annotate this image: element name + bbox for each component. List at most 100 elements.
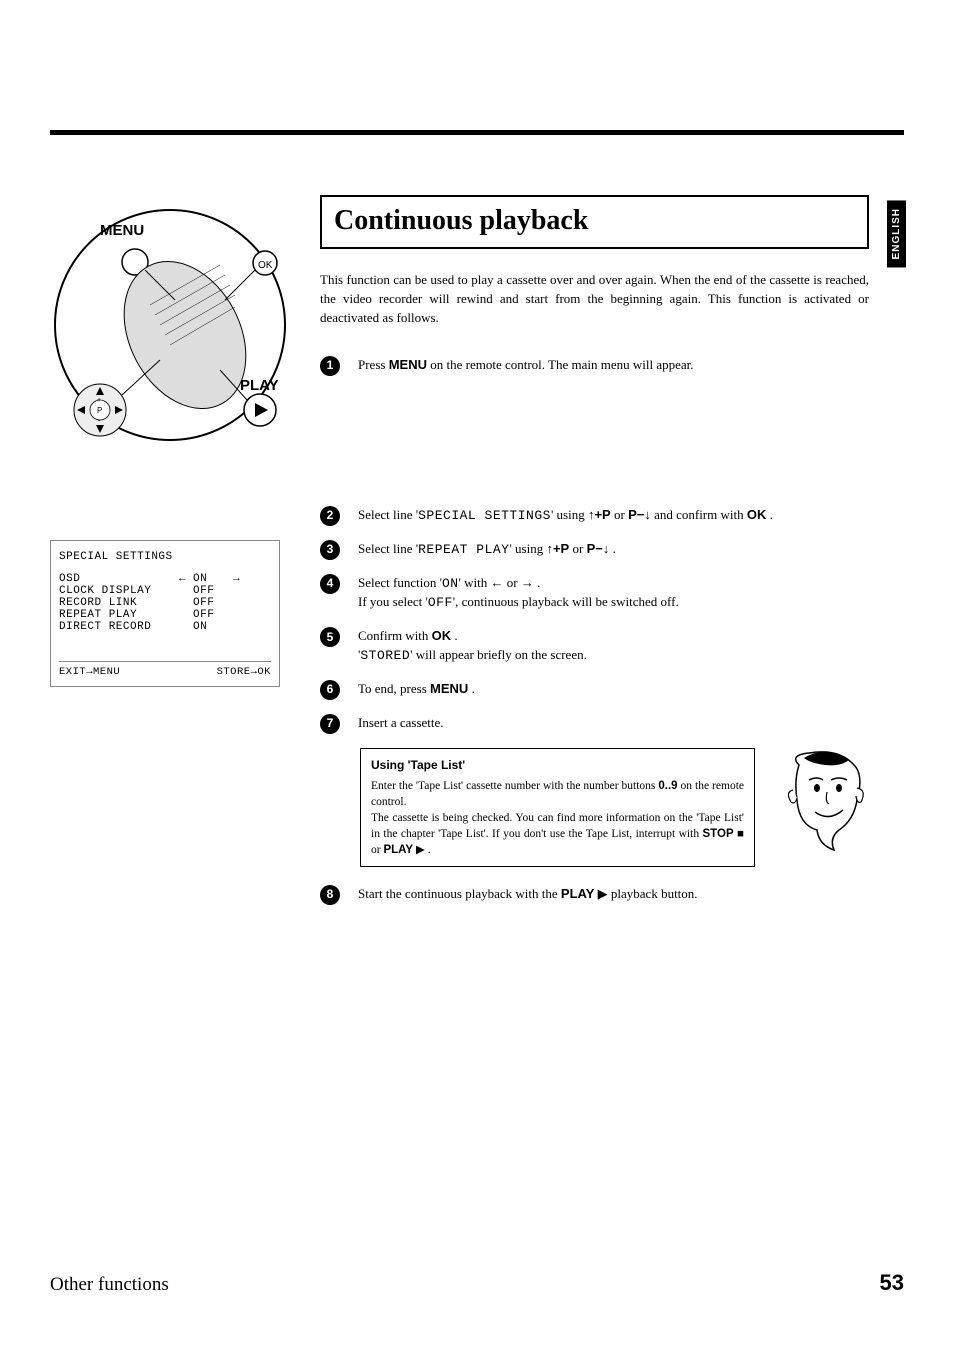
step-text: or xyxy=(504,575,521,590)
osd-row: RECORD LINK OFF xyxy=(59,597,271,609)
step-text: on the remote control. The main menu wil… xyxy=(427,357,694,372)
step-text: Select function ' xyxy=(358,575,442,590)
play-button-label: PLAY xyxy=(383,844,413,856)
svg-text:P: P xyxy=(97,406,102,415)
p-down-button: P−↓ xyxy=(628,507,651,522)
step-text: If you select ' xyxy=(358,594,428,609)
step-text: playback button. xyxy=(608,886,698,901)
step-text: . xyxy=(766,507,773,522)
step-2: 2 Select line 'SPECIAL SETTINGS' using ↑… xyxy=(360,506,869,526)
menu-button-label: MENU xyxy=(389,357,427,372)
step-text: Confirm with xyxy=(358,628,432,643)
step-text: Insert a cassette. xyxy=(358,715,444,730)
step-text: . xyxy=(534,575,541,590)
step-text: Select line ' xyxy=(358,507,418,522)
step-text: and confirm with xyxy=(651,507,747,522)
osd-divider xyxy=(59,661,271,662)
tip-text: The cassette is being checked. You can f… xyxy=(371,812,744,840)
left-arrow-icon: ← xyxy=(491,575,504,590)
step-number-icon: 8 xyxy=(320,885,340,905)
step-number-icon: 6 xyxy=(320,680,340,700)
osd-value: OFF xyxy=(193,609,233,621)
title-box: Continuous playback xyxy=(320,195,869,249)
step-text: ', continuous playback will be switched … xyxy=(453,594,679,609)
step-text: . xyxy=(451,628,458,643)
step-number-icon: 4 xyxy=(320,574,340,594)
content-area: MENU OK PLAY P xyxy=(50,195,869,919)
step-number-icon: 7 xyxy=(320,714,340,734)
step-6: 6 To end, press MENU . xyxy=(360,680,869,700)
osd-arrow-left: ← xyxy=(179,573,193,585)
step-7: 7 Insert a cassette. xyxy=(360,714,869,734)
step-1: 1 Press MENU on the remote control. The … xyxy=(360,356,869,376)
step-text: Press xyxy=(358,357,389,372)
step-5: 5 Confirm with OK . 'STORED' will appear… xyxy=(360,627,869,666)
step-text: Start the continuous playback with the xyxy=(358,886,561,901)
play-button-label: PLAY xyxy=(561,886,594,901)
osd-value: OFF xyxy=(193,585,233,597)
step-text: ' using xyxy=(551,507,588,522)
up-p-button: ↑+P xyxy=(588,507,611,522)
osd-footer: EXIT→MENU STORE→OK xyxy=(59,666,271,678)
step-text: . xyxy=(468,681,475,696)
osd-label: DIRECT RECORD xyxy=(59,621,179,633)
osd-label: OSD xyxy=(59,573,179,585)
intro-paragraph: This function can be used to play a cass… xyxy=(320,271,869,328)
osd-row: CLOCK DISPLAY OFF xyxy=(59,585,271,597)
step-8: 8 Start the continuous playback with the… xyxy=(360,885,869,905)
page-footer: Other functions 53 xyxy=(50,1270,904,1296)
remote-menu-label: MENU xyxy=(100,222,144,239)
osd-footer-store: STORE→OK xyxy=(217,666,271,678)
on-value: ON xyxy=(442,576,459,591)
tip-box: Using 'Tape List' Enter the 'Tape List' … xyxy=(360,748,755,867)
osd-footer-exit: EXIT→MENU xyxy=(59,666,120,678)
step-text: Select line ' xyxy=(358,541,418,556)
tip-text: . xyxy=(425,844,431,856)
play-icon: ▶ xyxy=(598,886,608,901)
step-text: or xyxy=(569,541,586,556)
tip-face-illustration xyxy=(779,750,869,860)
svg-text:+: + xyxy=(97,397,101,404)
right-column: Continuous playback This function can be… xyxy=(320,195,869,919)
osd-label: REPEAT PLAY xyxy=(59,609,179,621)
stop-icon: ■ xyxy=(737,828,744,840)
play-icon: ▶ xyxy=(416,844,425,856)
osd-row: OSD ← ON → xyxy=(59,573,271,585)
ok-button-label: OK xyxy=(747,507,767,522)
osd-arrow-right: → xyxy=(233,573,247,585)
left-column: MENU OK PLAY P xyxy=(50,195,300,919)
osd-line-name: REPEAT PLAY xyxy=(418,542,509,557)
number-buttons-label: 0..9 xyxy=(658,780,677,792)
remote-control-illustration: MENU OK PLAY P xyxy=(50,195,290,455)
stored-message: STORED xyxy=(360,648,410,663)
osd-value: ON xyxy=(193,573,233,585)
step-text: To end, press xyxy=(358,681,430,696)
step-text: or xyxy=(611,507,628,522)
osd-value: OFF xyxy=(193,597,233,609)
osd-label: RECORD LINK xyxy=(59,597,179,609)
remote-ok-label: OK xyxy=(258,260,273,271)
language-tab: ENGLISH xyxy=(887,200,906,267)
osd-title: SPECIAL SETTINGS xyxy=(59,551,271,563)
tip-text: Enter the 'Tape List' cassette number wi… xyxy=(371,780,658,792)
step-text: ' will appear briefly on the screen. xyxy=(410,647,587,662)
top-rule xyxy=(50,130,904,135)
page-title: Continuous playback xyxy=(334,205,855,237)
osd-row: DIRECT RECORD ON xyxy=(59,621,271,633)
section-title: Other functions xyxy=(50,1274,169,1296)
step-3: 3 Select line 'REPEAT PLAY' using ↑+P or… xyxy=(360,540,869,560)
step-number-icon: 1 xyxy=(320,356,340,376)
step-4: 4 Select function 'ON' with ← or → . If … xyxy=(360,574,869,614)
osd-value: ON xyxy=(193,621,233,633)
menu-button-label: MENU xyxy=(430,681,468,696)
right-arrow-icon: → xyxy=(521,575,534,590)
tip-text: or xyxy=(371,844,383,856)
remote-play-label: PLAY xyxy=(240,377,279,394)
step-number-icon: 3 xyxy=(320,540,340,560)
step-text: ' with xyxy=(459,575,491,590)
step-text: . xyxy=(609,541,616,556)
step-number-icon: 5 xyxy=(320,627,340,647)
page-number: 53 xyxy=(880,1270,904,1296)
osd-line-name: SPECIAL SETTINGS xyxy=(418,508,551,523)
osd-label: CLOCK DISPLAY xyxy=(59,585,179,597)
